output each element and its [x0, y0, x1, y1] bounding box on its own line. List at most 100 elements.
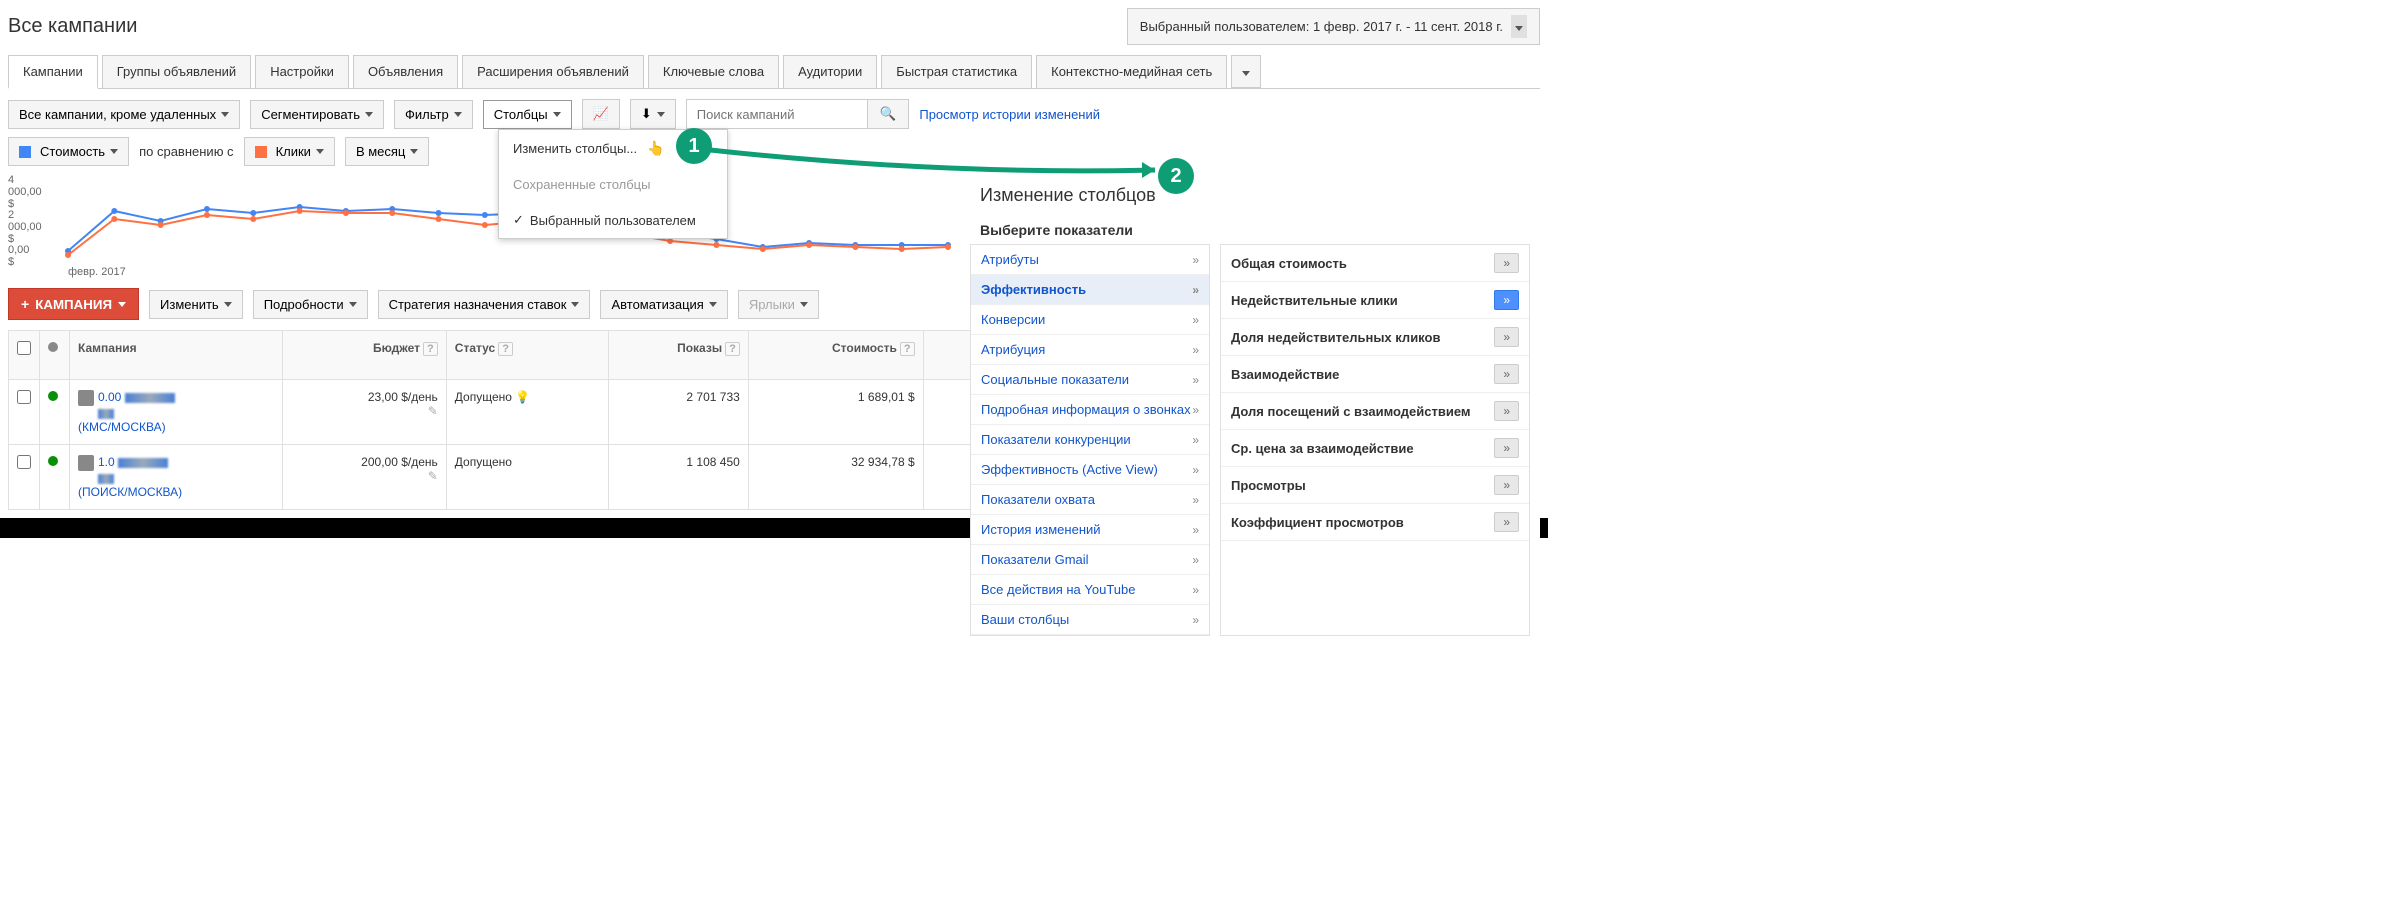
- chevron-right-icon: »: [1192, 553, 1199, 567]
- add-metric-button[interactable]: »: [1494, 401, 1519, 421]
- category-item[interactable]: Показатели охвата»: [971, 485, 1209, 515]
- status-header-icon: [48, 342, 58, 352]
- search-button[interactable]: 🔍: [867, 100, 909, 128]
- caret-down-icon: [553, 112, 561, 117]
- labels-dropdown[interactable]: Ярлыки: [738, 290, 819, 319]
- metric-label: Доля недействительных кликов: [1231, 330, 1440, 345]
- category-label: Атрибуция: [981, 342, 1045, 357]
- col-cost[interactable]: Стоимость?: [748, 331, 923, 380]
- labels-label: Ярлыки: [749, 297, 795, 312]
- cursor-hand-icon: 👆: [647, 140, 664, 157]
- tab-extensions[interactable]: Расширения объявлений: [462, 55, 644, 88]
- tab-campaigns[interactable]: Кампании: [8, 55, 98, 89]
- tab-quickstats[interactable]: Быстрая статистика: [881, 55, 1032, 88]
- category-item[interactable]: Ваши столбцы»: [971, 605, 1209, 635]
- add-metric-button[interactable]: »: [1494, 327, 1519, 347]
- period-label: В месяц: [356, 144, 405, 159]
- caret-down-icon: [118, 302, 126, 307]
- tab-settings[interactable]: Настройки: [255, 55, 349, 88]
- chevron-right-icon: »: [1192, 343, 1199, 357]
- edit-icon[interactable]: ✎: [428, 404, 438, 418]
- category-item[interactable]: История изменений»: [971, 515, 1209, 545]
- caret-down-icon: [571, 302, 579, 307]
- col-impressions[interactable]: Показы?: [608, 331, 748, 380]
- add-metric-button[interactable]: »: [1494, 475, 1519, 495]
- blurred-text: [98, 409, 114, 419]
- col-status[interactable]: Статус?: [446, 331, 608, 380]
- caret-down-icon: [110, 149, 118, 154]
- y-axis-label: 2 000,00 $: [8, 209, 42, 245]
- category-item[interactable]: Все действия на YouTube»: [971, 575, 1209, 605]
- date-range-selector[interactable]: Выбранный пользователем: 1 февр. 2017 г.…: [1127, 8, 1540, 45]
- add-metric-button[interactable]: »: [1494, 364, 1519, 384]
- annotation-badge-1: 1: [676, 128, 712, 164]
- category-item[interactable]: Атрибуты»: [971, 245, 1209, 275]
- y-axis-label: 0,00 $: [8, 244, 29, 268]
- download-button[interactable]: ⬇: [630, 99, 676, 129]
- add-metric-button[interactable]: »: [1494, 512, 1519, 532]
- campaign-filter-dropdown[interactable]: Все кампании, кроме удаленных: [8, 100, 240, 129]
- edit-icon[interactable]: ✎: [428, 469, 438, 483]
- category-item[interactable]: Эффективность»: [971, 275, 1209, 305]
- panel-subtitle: Выберите показатели: [970, 216, 1540, 244]
- segment-dropdown[interactable]: Сегментировать: [250, 100, 384, 129]
- tab-display[interactable]: Контекстно-медийная сеть: [1036, 55, 1227, 88]
- caret-down-icon: [224, 302, 232, 307]
- campaign-subtitle: (ПОИСК/МОСКВА): [78, 485, 182, 499]
- search-group: 🔍: [686, 99, 910, 129]
- columns-dropdown[interactable]: Столбцы: [483, 100, 572, 129]
- search-input[interactable]: [687, 100, 867, 128]
- category-item[interactable]: Эффективность (Active View)»: [971, 455, 1209, 485]
- tab-more[interactable]: [1231, 55, 1261, 88]
- chevron-right-icon: »: [1192, 373, 1199, 387]
- tab-adgroups[interactable]: Группы объявлений: [102, 55, 251, 88]
- metric2-label: Клики: [276, 144, 311, 159]
- tab-ads[interactable]: Объявления: [353, 55, 458, 88]
- chart-toggle-button[interactable]: 📈: [582, 99, 620, 129]
- metric-item: Общая стоимость»: [1221, 245, 1529, 282]
- search-icon: 🔍: [880, 106, 897, 121]
- y-axis-label: 4 000,00 $: [8, 174, 42, 210]
- edit-dropdown[interactable]: Изменить: [149, 290, 243, 319]
- chevron-right-icon: »: [1192, 463, 1199, 477]
- category-item[interactable]: Показатели Gmail»: [971, 545, 1209, 575]
- row-checkbox[interactable]: [17, 455, 31, 469]
- tab-audiences[interactable]: Аудитории: [783, 55, 877, 88]
- caret-down-icon: [800, 302, 808, 307]
- chevron-right-icon: »: [1192, 403, 1199, 417]
- campaign-name-link[interactable]: 1.0: [98, 455, 115, 469]
- col-budget[interactable]: Бюджет?: [282, 331, 446, 380]
- history-link[interactable]: Просмотр истории изменений: [919, 107, 1100, 122]
- row-checkbox[interactable]: [17, 390, 31, 404]
- category-item[interactable]: Показатели конкуренции»: [971, 425, 1209, 455]
- caret-down-icon: [1511, 15, 1527, 38]
- metric2-selector[interactable]: Клики: [244, 137, 335, 166]
- category-item[interactable]: Конверсии»: [971, 305, 1209, 335]
- category-item[interactable]: Атрибуция »: [971, 335, 1209, 365]
- new-campaign-button[interactable]: +КАМПАНИЯ: [8, 288, 139, 320]
- details-dropdown[interactable]: Подробности: [253, 290, 368, 319]
- campaign-name-link[interactable]: 0.00: [98, 390, 121, 404]
- bid-strategy-dropdown[interactable]: Стратегия назначения ставок: [378, 290, 591, 319]
- category-item[interactable]: Подробная информация о звонках»: [971, 395, 1209, 425]
- metric-item: Доля недействительных кликов »: [1221, 319, 1529, 356]
- category-item[interactable]: Социальные показатели»: [971, 365, 1209, 395]
- cell-impressions: 2 701 733: [608, 380, 748, 445]
- add-metric-button[interactable]: »: [1494, 438, 1519, 458]
- campaign-type-icon: [78, 390, 94, 406]
- tab-keywords[interactable]: Ключевые слова: [648, 55, 779, 88]
- add-metric-button[interactable]: »: [1494, 290, 1519, 310]
- compare-label: по сравнению с: [139, 144, 233, 159]
- metric1-selector[interactable]: Стоимость: [8, 137, 129, 166]
- menu-item-selected-by-user[interactable]: ✓ Выбранный пользователем: [499, 202, 727, 238]
- caret-down-icon: [657, 112, 665, 117]
- chevron-right-icon: »: [1192, 583, 1199, 597]
- blurred-text: [98, 474, 114, 484]
- automation-dropdown[interactable]: Автоматизация: [600, 290, 727, 319]
- select-all-checkbox[interactable]: [17, 341, 31, 355]
- add-metric-button[interactable]: »: [1494, 253, 1519, 273]
- filter-dropdown[interactable]: Фильтр: [394, 100, 473, 129]
- help-icon: ?: [423, 342, 438, 356]
- period-selector[interactable]: В месяц: [345, 137, 429, 166]
- col-campaign[interactable]: Кампания: [70, 331, 283, 380]
